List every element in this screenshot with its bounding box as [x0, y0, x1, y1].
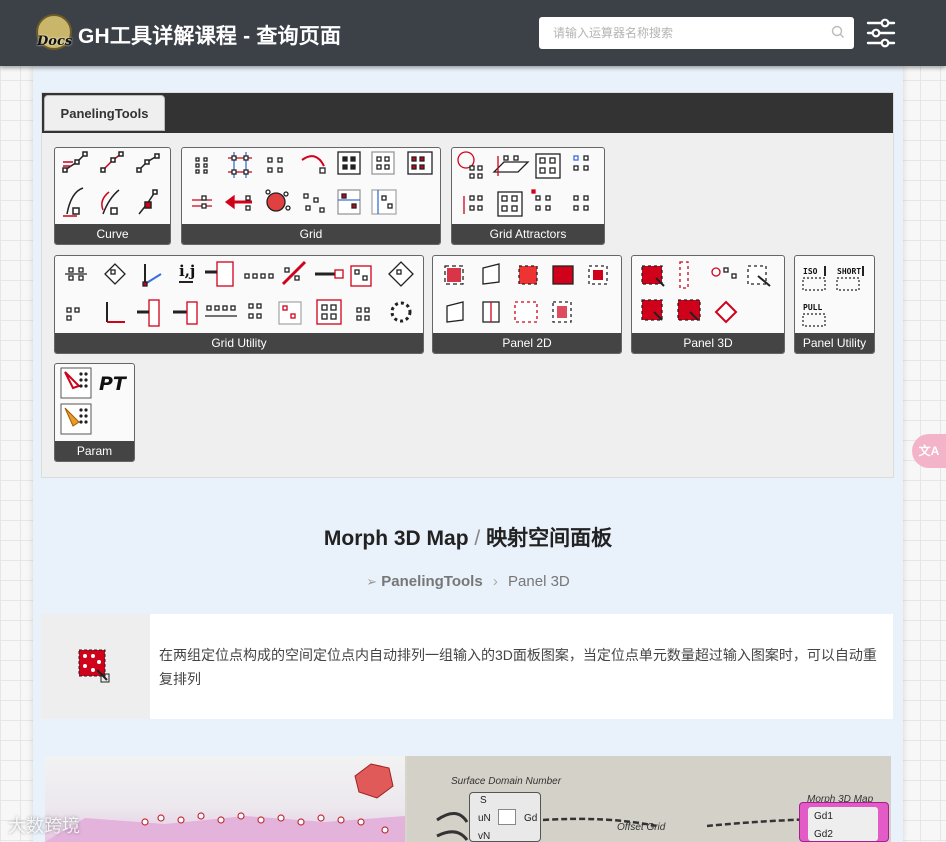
param-icons[interactable]: PT [55, 364, 135, 443]
tab-panelingtools[interactable]: PanelingTools [44, 95, 165, 131]
component-title-cn: 映射空间面板 [486, 527, 613, 550]
grasshopper-canvas: Surface Domain Number S uN vN Gd Offset … [407, 756, 891, 842]
group-label-panel-3d: Panel 3D [632, 333, 784, 353]
main-content: PanelingTools Curve Grid Grid Attractors… [33, 66, 903, 842]
settings-sliders-icon[interactable] [866, 18, 896, 48]
panel-utility-icons[interactable]: ISO SHORT PULL [795, 256, 875, 335]
translate-button[interactable]: 文A [912, 434, 946, 468]
svg-text:ISO: ISO [803, 267, 818, 276]
component-title-en: Morph 3D Map [323, 527, 469, 550]
grid-utility-icons[interactable]: i,j [55, 256, 424, 335]
example-preview-image: Surface Domain Number S uN vN Gd Offset … [45, 756, 891, 842]
breadcrumb-current[interactable]: Panel 3D [508, 573, 570, 590]
svg-text:PULL: PULL [803, 303, 822, 312]
group-label-panel-utility: Panel Utility [795, 333, 874, 353]
search-icon[interactable] [831, 25, 845, 39]
gh-input-gd1: Gd1 [814, 811, 833, 822]
panel-2d-icons[interactable] [433, 256, 622, 335]
title-separator: / [474, 527, 481, 550]
component-icon-box [41, 614, 150, 719]
component-ribbon: PanelingTools Curve Grid Grid Attractors… [41, 92, 894, 478]
svg-text:SHORT: SHORT [837, 267, 861, 276]
component-title: Morph 3D Map / 映射空间面板 [33, 522, 903, 552]
group-grid: Grid [181, 147, 441, 245]
group-label-grid: Grid [182, 224, 440, 244]
curve-tool-icons[interactable] [55, 148, 171, 226]
group-label-param: Param [55, 441, 134, 461]
morph-3d-map-icon [78, 649, 110, 683]
svg-text:PT: PT [99, 373, 128, 395]
send-icon: ➢ [366, 574, 378, 589]
svg-text:i,j: i,j [179, 262, 195, 280]
group-label-panel-2d: Panel 2D [433, 333, 621, 353]
group-curve: Curve [54, 147, 171, 245]
group-param: PT Param [54, 363, 135, 462]
top-header: Docs GH工具详解课程 - 查询页面 [0, 0, 946, 66]
rhino-viewport [45, 756, 405, 842]
gh-node-morph-3d-map: Gd1 Gd2 [799, 802, 889, 842]
group-label-grid-attractors: Grid Attractors [452, 224, 604, 244]
docs-logo-text: Docs [37, 34, 73, 49]
rhino-geometry [45, 763, 405, 842]
grid-tool-icons[interactable] [182, 148, 441, 226]
group-grid-utility: i,j Grid Utility [54, 255, 424, 354]
panel-3d-icons[interactable] [632, 256, 785, 335]
grid-attractor-icons[interactable] [452, 148, 605, 226]
gh-input-gd2: Gd2 [814, 829, 833, 840]
component-description: 在两组定位点构成的空间定位点内自动排列一组输入的3D面板图案，当定位点单元数量超… [159, 647, 877, 687]
breadcrumb-root[interactable]: PanelingTools [381, 573, 482, 590]
group-panel-2d: Panel 2D [432, 255, 622, 354]
ribbon-tab-bar: PanelingTools [42, 93, 893, 133]
group-panel-3d: Panel 3D [631, 255, 785, 354]
group-grid-attractors: Grid Attractors [451, 147, 605, 245]
watermark: 大数跨境 [8, 816, 80, 836]
description-card: 在两组定位点构成的空间定位点内自动排列一组输入的3D面板图案，当定位点单元数量超… [41, 614, 893, 719]
chevron-right-icon: › [492, 573, 498, 590]
breadcrumb: ➢ PanelingTools › Panel 3D [33, 573, 903, 590]
group-label-curve: Curve [55, 224, 170, 244]
search-input[interactable] [539, 17, 854, 49]
gh-label-offset-grid: Offset Grid [617, 822, 666, 833]
site-title[interactable]: GH工具详解课程 - 查询页面 [78, 20, 341, 50]
group-panel-utility: ISO SHORT PULL Panel Utility [794, 255, 875, 354]
group-label-grid-utility: Grid Utility [55, 333, 423, 353]
